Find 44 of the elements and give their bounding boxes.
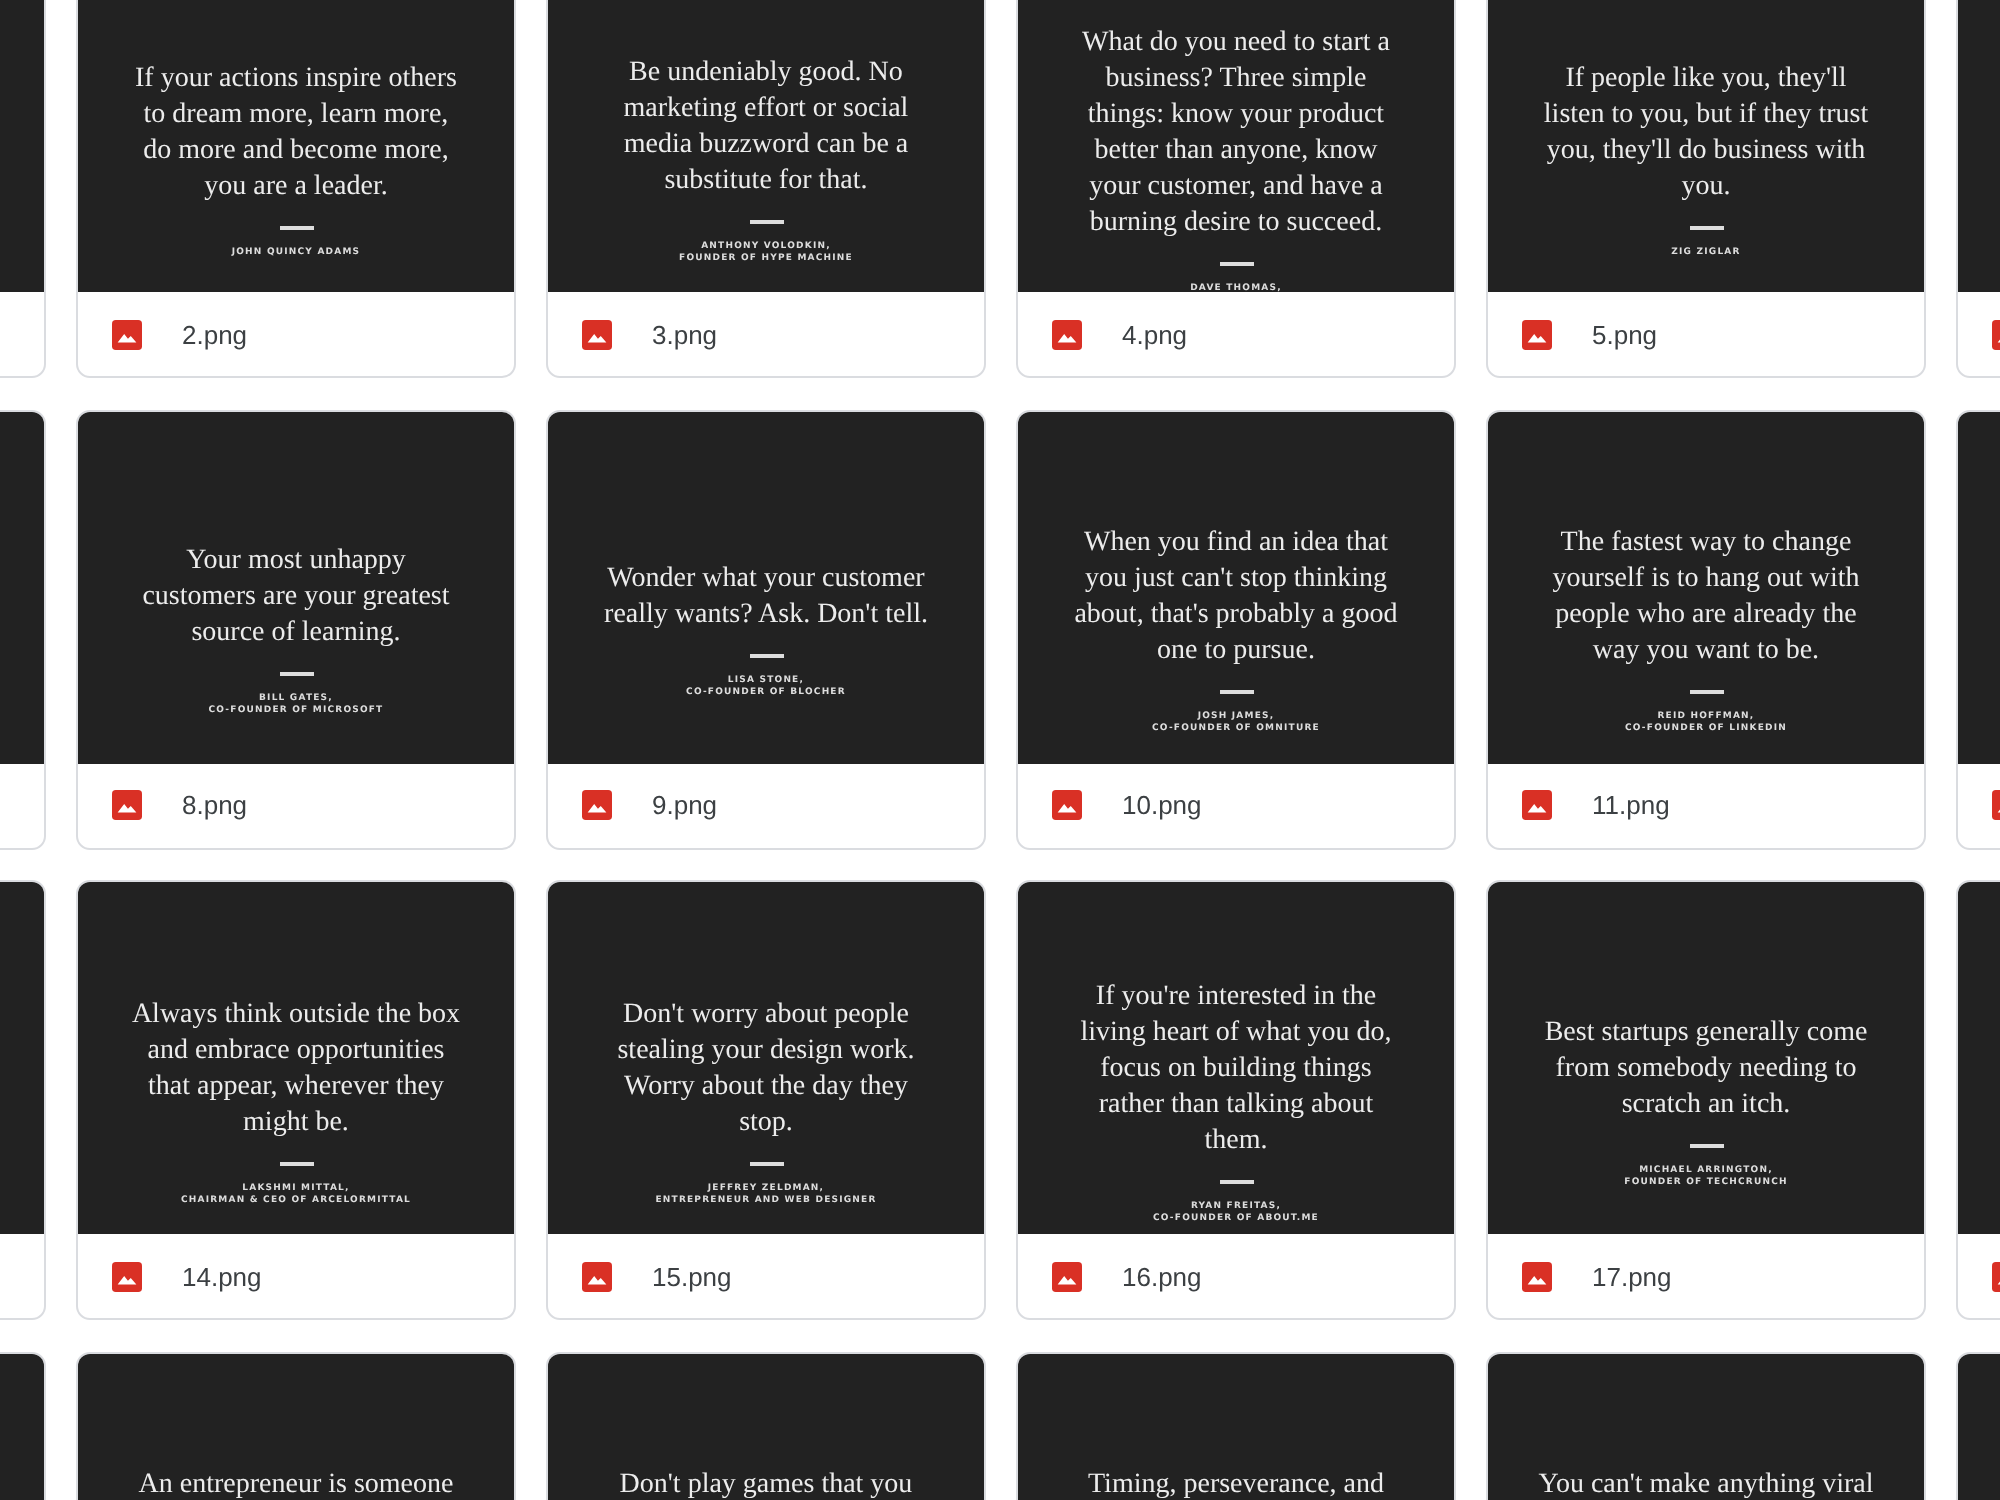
quote-text: Be undeniably good. No marketing effort or social media buzzword can be a substitute for that. — [623, 55, 909, 199]
image-file-icon — [1522, 1261, 1552, 1291]
image-file-icon — [1052, 790, 1082, 820]
file-name: 14.png — [182, 1261, 262, 1291]
quote-text: Don't play games that you — [619, 1467, 913, 1500]
file-name: 4.png — [1122, 319, 1188, 349]
quote-text: An entrepreneur is someone — [138, 1467, 454, 1500]
image-file-icon — [582, 790, 612, 820]
image-file-icon — [112, 790, 142, 820]
file-card[interactable]: Timing, perseverance, and — [1016, 1351, 1456, 1500]
image-file-icon — [112, 1261, 142, 1291]
quote-text: The fastest way to change yourself is to hang out with people who are already the way you want to be. — [1552, 526, 1860, 670]
quote-text: Timing, perseverance, and — [1088, 1467, 1384, 1500]
file-name: 5.png — [1592, 319, 1658, 349]
file-name: 11.png — [1592, 790, 1670, 820]
quote-text: Best startups generally come from somebody needing to scratch an itch. — [1544, 1015, 1868, 1123]
image-file-icon — [112, 319, 142, 349]
image-file-icon — [1522, 319, 1552, 349]
quote-text: Wonder what your customer really wants? Ask. Don't tell. — [604, 562, 928, 634]
file-name: 9.png — [652, 790, 718, 820]
image-file-icon — [1522, 790, 1552, 820]
image-file-icon — [1052, 319, 1082, 349]
file-card[interactable]: An entrepreneur is someone — [76, 1351, 516, 1500]
file-name: 15.png — [652, 1261, 732, 1291]
file-card[interactable]: Don't play games that you — [546, 1351, 986, 1500]
quote-text: When you find an idea that you just can't stop thinking about, that's probably a good one to pursue. — [1074, 526, 1398, 670]
quote-text: If people like you, they'll listen to you, but if they trust you, they'll do business with you. — [1543, 61, 1869, 205]
quote-text: Don't worry about people stealing your design work. Worry about the day they stop. — [617, 997, 915, 1141]
file-name: 2.png — [182, 319, 248, 349]
quote-text: What do you need to start a business? Three simple things: know your product better than anyone, know your customer, and have a burning desire to succeed. — [1082, 25, 1390, 241]
quote-text: You can't make anything viral — [1538, 1467, 1874, 1500]
quote-text: Your most unhappy customers are your greatest source of learning. — [142, 544, 450, 652]
quote-text: Always think outside the box and embrace opportunities that appear, wherever they might be. — [131, 997, 461, 1141]
file-name: 8.png — [182, 790, 248, 820]
file-name: 3.png — [652, 319, 718, 349]
file-name: 10.png — [1122, 790, 1202, 820]
quote-text: If you're interested in the living heart of what you do, focus on building things rather than talking about them. — [1080, 979, 1392, 1159]
image-file-icon — [1052, 1261, 1082, 1291]
image-file-icon — [582, 1261, 612, 1291]
file-name: 17.png — [1592, 1261, 1672, 1291]
quote-text: If your actions inspire others to dream more, learn more, do more and become more, you are a leader. — [135, 61, 457, 205]
file-card[interactable]: You can't make anything viral — [1486, 1351, 1926, 1500]
image-file-icon — [582, 319, 612, 349]
file-name: 16.png — [1122, 1261, 1202, 1291]
